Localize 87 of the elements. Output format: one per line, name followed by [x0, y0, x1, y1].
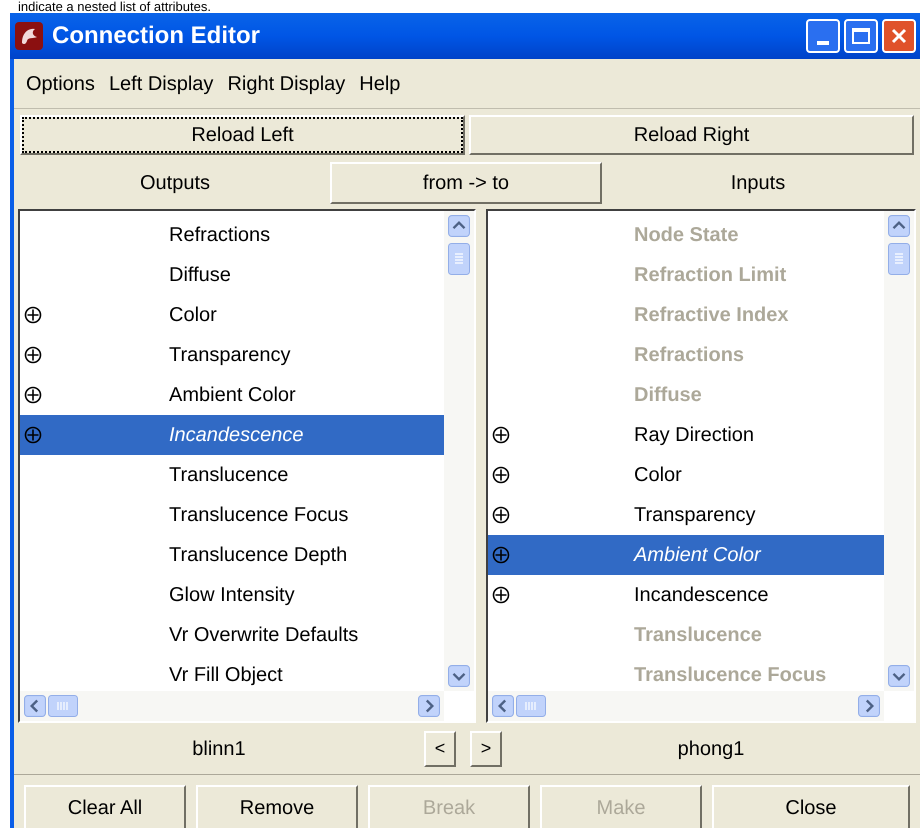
inputs-label: Inputs — [730, 171, 786, 196]
attribute-label: Node State — [634, 223, 738, 248]
scrollbar-thumb[interactable] — [888, 243, 910, 275]
expand-plus-icon[interactable] — [492, 586, 510, 604]
minimize-button[interactable] — [806, 19, 840, 53]
scrollbar-thumb[interactable] — [448, 243, 470, 275]
attribute-row[interactable]: Translucence — [20, 455, 444, 495]
menu-item[interactable]: Right Display — [225, 68, 348, 98]
window-title: Connection Editor — [52, 21, 261, 51]
attribute-label: Refractive Index — [634, 303, 789, 328]
close-button[interactable] — [882, 19, 916, 53]
attribute-label: Translucence Focus — [634, 663, 826, 688]
attribute-label: Ambient Color — [169, 383, 296, 408]
attribute-row[interactable]: Vr Overwrite Defaults — [20, 615, 444, 655]
attribute-label: Refractions — [169, 223, 270, 248]
attribute-row[interactable]: Translucence Depth — [20, 535, 444, 575]
scroll-right-button[interactable] — [418, 695, 440, 717]
next-node-button[interactable]: > — [470, 730, 502, 766]
attribute-label: Refraction Limit — [634, 263, 786, 288]
scroll-left-button[interactable] — [492, 695, 514, 717]
menu-item[interactable]: Help — [357, 68, 402, 98]
scroll-up-button[interactable] — [448, 215, 470, 237]
attribute-row[interactable]: Transparency — [20, 335, 444, 375]
attribute-row[interactable]: Refractions — [20, 215, 444, 255]
dialog-button[interactable]: Clear All — [24, 785, 186, 828]
scrollbar-thumb[interactable] — [516, 695, 546, 717]
attribute-row[interactable]: Ray Direction — [488, 415, 884, 455]
expand-plus-icon[interactable] — [492, 426, 510, 444]
attribute-label: Glow Intensity — [169, 583, 295, 608]
direction-toggle-button[interactable]: from -> to — [330, 162, 602, 204]
attribute-label: Vr Overwrite Defaults — [169, 623, 358, 648]
scroll-down-button[interactable] — [888, 665, 910, 687]
dialog-button[interactable]: Close — [712, 785, 910, 828]
left-node-name: blinn1 — [191, 736, 247, 762]
expand-plus-icon[interactable] — [492, 506, 510, 524]
scroll-left-button[interactable] — [24, 695, 46, 717]
scroll-down-button[interactable] — [448, 665, 470, 687]
attribute-label: Translucence Depth — [169, 543, 348, 568]
attribute-row[interactable]: Vr Fill Object — [20, 655, 444, 691]
expand-plus-icon[interactable] — [492, 466, 510, 484]
attribute-row[interactable]: Color — [20, 295, 444, 335]
attribute-label: Refractions — [634, 343, 744, 368]
menu-item[interactable]: Left Display — [106, 68, 216, 98]
right-node-name: phong1 — [676, 736, 746, 762]
previous-node-button[interactable]: < — [424, 730, 456, 766]
horizontal-scrollbar[interactable] — [20, 691, 444, 721]
attribute-label: Ray Direction — [634, 423, 754, 448]
attribute-row[interactable]: Diffuse — [20, 255, 444, 295]
attribute-label: Incandescence — [634, 583, 769, 608]
attribute-row[interactable]: Color — [488, 455, 884, 495]
attribute-label: Diffuse — [634, 383, 702, 408]
attribute-row[interactable]: Ambient Color — [20, 375, 444, 415]
attribute-label: Translucence — [634, 623, 762, 648]
attribute-label: Color — [634, 463, 682, 488]
horizontal-scrollbar[interactable] — [488, 691, 884, 721]
expand-plus-icon[interactable] — [24, 386, 42, 404]
attribute-label: Translucence — [169, 463, 288, 488]
caption-text: indicate a nested list of attributes. — [18, 0, 211, 13]
reload-button[interactable]: Reload Left — [20, 115, 465, 155]
attribute-row[interactable]: Incandescence — [488, 575, 884, 615]
scroll-up-button[interactable] — [888, 215, 910, 237]
outputs-label: Outputs — [138, 171, 212, 196]
scroll-right-button[interactable] — [858, 695, 880, 717]
reload-button[interactable]: Reload Right — [469, 115, 914, 155]
attribute-row[interactable]: Incandescence — [20, 415, 444, 455]
close-icon — [889, 26, 909, 46]
attribute-row[interactable]: Ambient Color — [488, 535, 884, 575]
expand-plus-icon[interactable] — [24, 306, 42, 324]
attribute-row[interactable]: Transparency — [488, 495, 884, 535]
attribute-label: Vr Fill Object — [169, 663, 283, 688]
dialog-button[interactable]: Remove — [196, 785, 358, 828]
vertical-scrollbar[interactable] — [444, 211, 474, 691]
expand-plus-icon[interactable] — [24, 346, 42, 364]
vertical-scrollbar[interactable] — [884, 211, 914, 691]
attribute-label: Ambient Color — [634, 543, 761, 568]
attribute-label: Transparency — [169, 343, 291, 368]
menu-item[interactable]: Options — [24, 68, 97, 98]
attribute-label: Translucence Focus — [169, 503, 348, 528]
maximize-button[interactable] — [844, 19, 878, 53]
app-icon — [14, 21, 44, 51]
attribute-row[interactable]: Glow Intensity — [20, 575, 444, 615]
scrollbar-thumb[interactable] — [48, 695, 78, 717]
attribute-label: Transparency — [634, 503, 756, 528]
attribute-label: Incandescence — [169, 423, 304, 448]
attribute-row[interactable]: Translucence Focus — [20, 495, 444, 535]
attribute-label: Diffuse — [169, 263, 231, 288]
attribute-label: Color — [169, 303, 217, 328]
